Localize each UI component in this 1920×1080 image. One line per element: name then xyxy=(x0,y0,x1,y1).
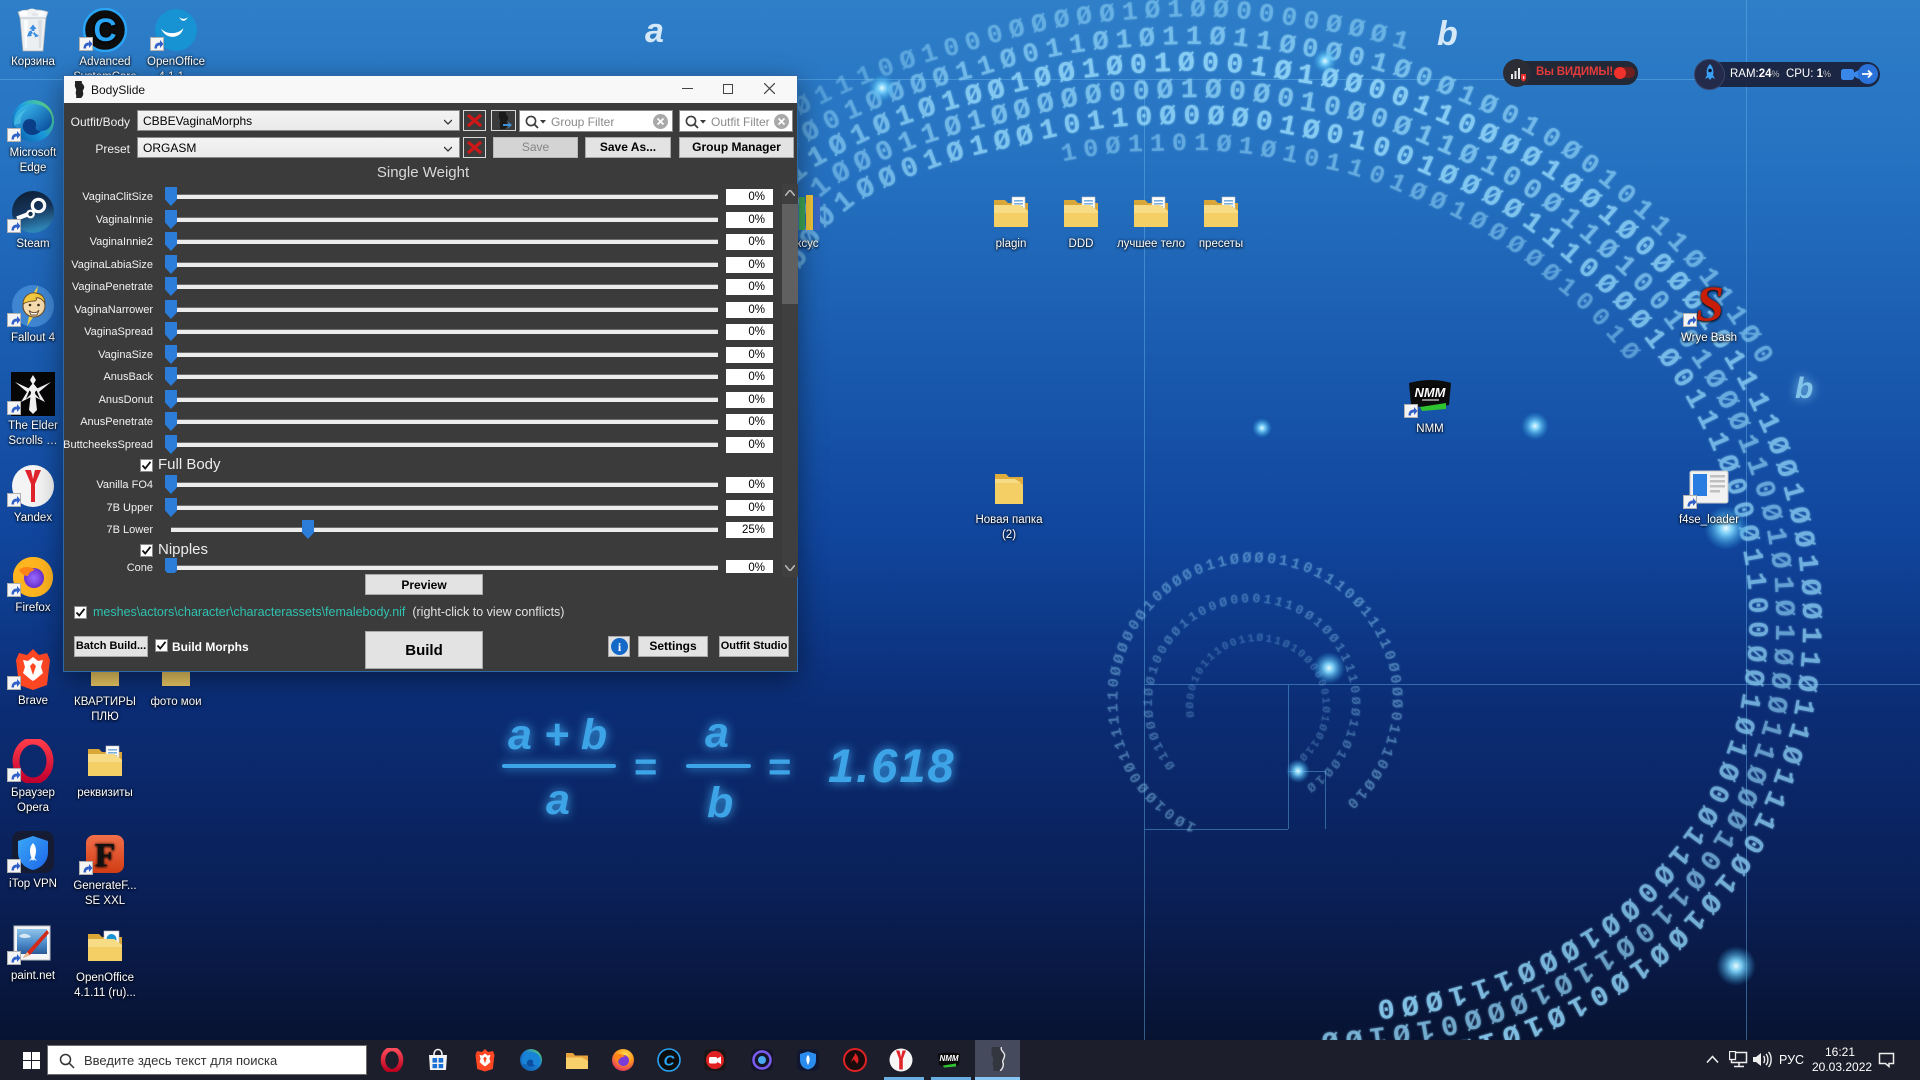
svg-text:F: F xyxy=(95,837,116,874)
svg-text:a: a xyxy=(645,12,664,50)
svg-text:ØØ00101110011Ø11Ø10Ø00001Ø1ØØ1: ØØ00101110011Ø11Ø10Ø00001Ø1ØØ11Ø xyxy=(1185,633,1331,764)
svg-text:S: S xyxy=(1696,284,1724,328)
svg-text:NMM: NMM xyxy=(1414,385,1446,400)
svg-text:=: = xyxy=(634,745,657,789)
svg-text:C: C xyxy=(93,12,116,48)
svg-text:b: b xyxy=(1437,15,1458,53)
svg-text:=: = xyxy=(768,745,791,789)
svg-text:a: a xyxy=(705,709,729,757)
svg-text:b: b xyxy=(707,779,733,827)
svg-text:NMM: NMM xyxy=(939,1054,958,1063)
svg-text:1.618: 1.618 xyxy=(828,739,956,792)
svg-text:a + b: a + b xyxy=(508,711,607,759)
svg-text:b: b xyxy=(1795,372,1813,405)
svg-text:C: C xyxy=(664,1053,676,1070)
svg-text:a: a xyxy=(546,776,570,824)
